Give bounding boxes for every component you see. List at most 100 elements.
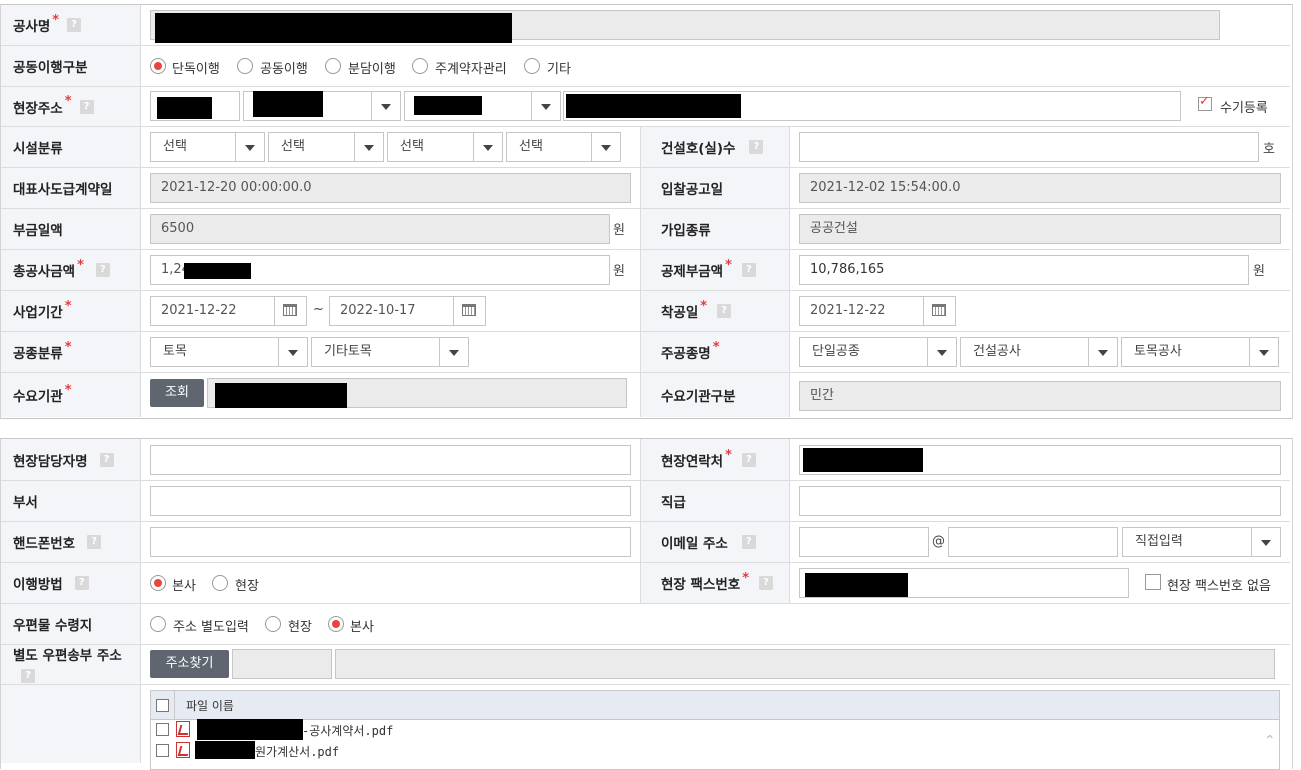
units-label: 건설호(실)수? bbox=[650, 127, 789, 167]
bid-date-field: 2021-12-02 15:54:00.0 bbox=[799, 173, 1281, 203]
dept-field[interactable] bbox=[150, 486, 631, 516]
period-label: 사업기간 * bbox=[1, 291, 140, 331]
joint-radio-single[interactable] bbox=[150, 58, 166, 74]
phone-label: 핸드폰번호? bbox=[1, 522, 140, 562]
file-name-header: 파일 이름 bbox=[186, 699, 234, 713]
mail-postal-field bbox=[232, 649, 332, 679]
chevron-down-icon bbox=[1251, 528, 1280, 556]
email-id-field[interactable] bbox=[799, 527, 929, 557]
facility-select-3[interactable]: 선택 bbox=[387, 132, 503, 162]
method-radio-site[interactable] bbox=[212, 575, 228, 591]
client-type-field: 민간 bbox=[799, 381, 1281, 411]
method-option-label: 현장 bbox=[235, 579, 259, 594]
help-icon[interactable]: ? bbox=[79, 99, 94, 114]
help-icon[interactable]: ? bbox=[67, 18, 82, 32]
mail-radio-separate[interactable] bbox=[150, 616, 166, 632]
help-icon[interactable]: ? bbox=[741, 535, 756, 549]
joint-radio-split[interactable] bbox=[325, 58, 341, 74]
no-fax-checkbox[interactable] bbox=[1145, 574, 1161, 590]
won-unit: 원 bbox=[613, 264, 625, 279]
manager-field[interactable] bbox=[150, 445, 631, 475]
chevron-down-icon bbox=[1088, 338, 1117, 366]
chevron-down-icon bbox=[591, 133, 620, 161]
joint-option-label: 주계약자관리 bbox=[435, 62, 507, 77]
fax-label: 현장 팩스번호 *? bbox=[650, 563, 789, 603]
project-name-label: 공사명 *? bbox=[1, 5, 140, 45]
help-icon[interactable]: ? bbox=[21, 669, 35, 683]
work-class-select-1[interactable]: 토목 bbox=[150, 337, 308, 367]
method-label: 이행방법? bbox=[1, 563, 140, 603]
facility-select-4[interactable]: 선택 bbox=[506, 132, 621, 162]
deduction-field[interactable]: 10,786,165 bbox=[799, 255, 1249, 285]
help-icon[interactable]: ? bbox=[749, 140, 764, 154]
chevron-down-icon bbox=[235, 133, 264, 161]
main-contract-date-label: 대표사도급계약일 bbox=[1, 168, 140, 208]
scroll-up-icon[interactable]: ⌃ bbox=[1264, 733, 1276, 749]
main-work-select-3[interactable]: 토목공사 bbox=[1121, 337, 1279, 367]
file-name[interactable]: 원가계산서.pdf bbox=[255, 743, 339, 760]
mail-radio-hq[interactable] bbox=[328, 616, 344, 632]
site-contact-label: 현장연락처 *? bbox=[650, 440, 789, 480]
facility-select-1[interactable]: 선택 bbox=[150, 132, 265, 162]
start-date-field[interactable]: 2021-12-22 bbox=[799, 296, 956, 326]
help-icon[interactable]: ? bbox=[741, 263, 756, 277]
units-suffix: 호 bbox=[1263, 142, 1275, 157]
rank-field[interactable] bbox=[799, 486, 1281, 516]
facility-select-2[interactable]: 선택 bbox=[268, 132, 384, 162]
main-work-select-2[interactable]: 건설공사 bbox=[960, 337, 1118, 367]
chevron-down-icon bbox=[439, 338, 468, 366]
file-checkbox[interactable] bbox=[156, 723, 169, 736]
method-radio-hq[interactable] bbox=[150, 575, 166, 591]
file-name[interactable]: -공사계약서.pdf bbox=[302, 722, 393, 739]
bid-date-label: 입찰공고일 bbox=[650, 168, 789, 208]
joint-radio-joint[interactable] bbox=[237, 58, 253, 74]
site-address-label: 현장주소 *? bbox=[1, 87, 140, 126]
help-icon[interactable]: ? bbox=[759, 576, 774, 590]
chevron-down-icon bbox=[278, 338, 307, 366]
help-icon[interactable]: ? bbox=[99, 453, 114, 467]
joint-option-label: 단독이행 bbox=[172, 62, 220, 77]
work-class-select-2[interactable]: 기타토목 bbox=[311, 337, 469, 367]
chevron-down-icon bbox=[354, 133, 383, 161]
select-all-checkbox[interactable] bbox=[156, 699, 169, 712]
period-end-field[interactable]: 2022-10-17 bbox=[329, 296, 486, 326]
email-label: 이메일 주소? bbox=[650, 522, 789, 562]
won-unit: 원 bbox=[1253, 264, 1265, 279]
main-work-label: 주공종명 * bbox=[650, 332, 789, 372]
period-start-field[interactable]: 2021-12-22 bbox=[150, 296, 307, 326]
chevron-down-icon bbox=[473, 133, 502, 161]
chevron-down-icon bbox=[1249, 338, 1278, 366]
joint-type-label: 공동이행구분 bbox=[1, 46, 140, 86]
phone-field[interactable] bbox=[150, 527, 631, 557]
joint-radio-other[interactable] bbox=[524, 58, 540, 74]
mail-option-label: 주소 별도입력 bbox=[173, 620, 249, 635]
help-icon[interactable]: ? bbox=[741, 453, 756, 467]
calendar-icon[interactable] bbox=[453, 297, 485, 325]
check-icon: ✓ bbox=[1199, 94, 1210, 109]
deduction-label: 공제부금액 *? bbox=[650, 250, 789, 290]
joint-radio-main[interactable] bbox=[412, 58, 428, 74]
help-icon[interactable]: ? bbox=[95, 263, 110, 277]
address-search-button[interactable]: 주소찾기 bbox=[150, 650, 229, 678]
file-checkbox[interactable] bbox=[156, 744, 169, 757]
email-domain-select[interactable]: 직접입력 bbox=[1122, 527, 1281, 557]
method-option-label: 본사 bbox=[172, 579, 196, 594]
help-icon[interactable]: ? bbox=[74, 576, 89, 590]
main-work-select-1[interactable]: 단일공종 bbox=[799, 337, 957, 367]
help-icon[interactable]: ? bbox=[87, 535, 102, 549]
no-fax-label: 현장 팩스번호 없음 bbox=[1167, 579, 1271, 594]
chevron-down-icon bbox=[531, 92, 560, 120]
email-domain-field[interactable] bbox=[948, 527, 1118, 557]
file-table-header bbox=[151, 691, 1279, 720]
calendar-icon[interactable] bbox=[274, 297, 306, 325]
mail-radio-site[interactable] bbox=[265, 616, 281, 632]
lookup-button[interactable]: 조회 bbox=[150, 379, 204, 407]
mail-recv-label: 우편물 수령지 bbox=[1, 604, 140, 644]
units-field[interactable] bbox=[799, 132, 1259, 162]
at-sign: @ bbox=[932, 534, 945, 549]
help-icon[interactable]: ? bbox=[717, 304, 732, 318]
facility-class-label: 시설분류 bbox=[1, 127, 140, 167]
mail-address-field bbox=[335, 649, 1275, 679]
calendar-icon[interactable] bbox=[923, 297, 955, 325]
joint-option-label: 공동이행 bbox=[260, 62, 308, 77]
